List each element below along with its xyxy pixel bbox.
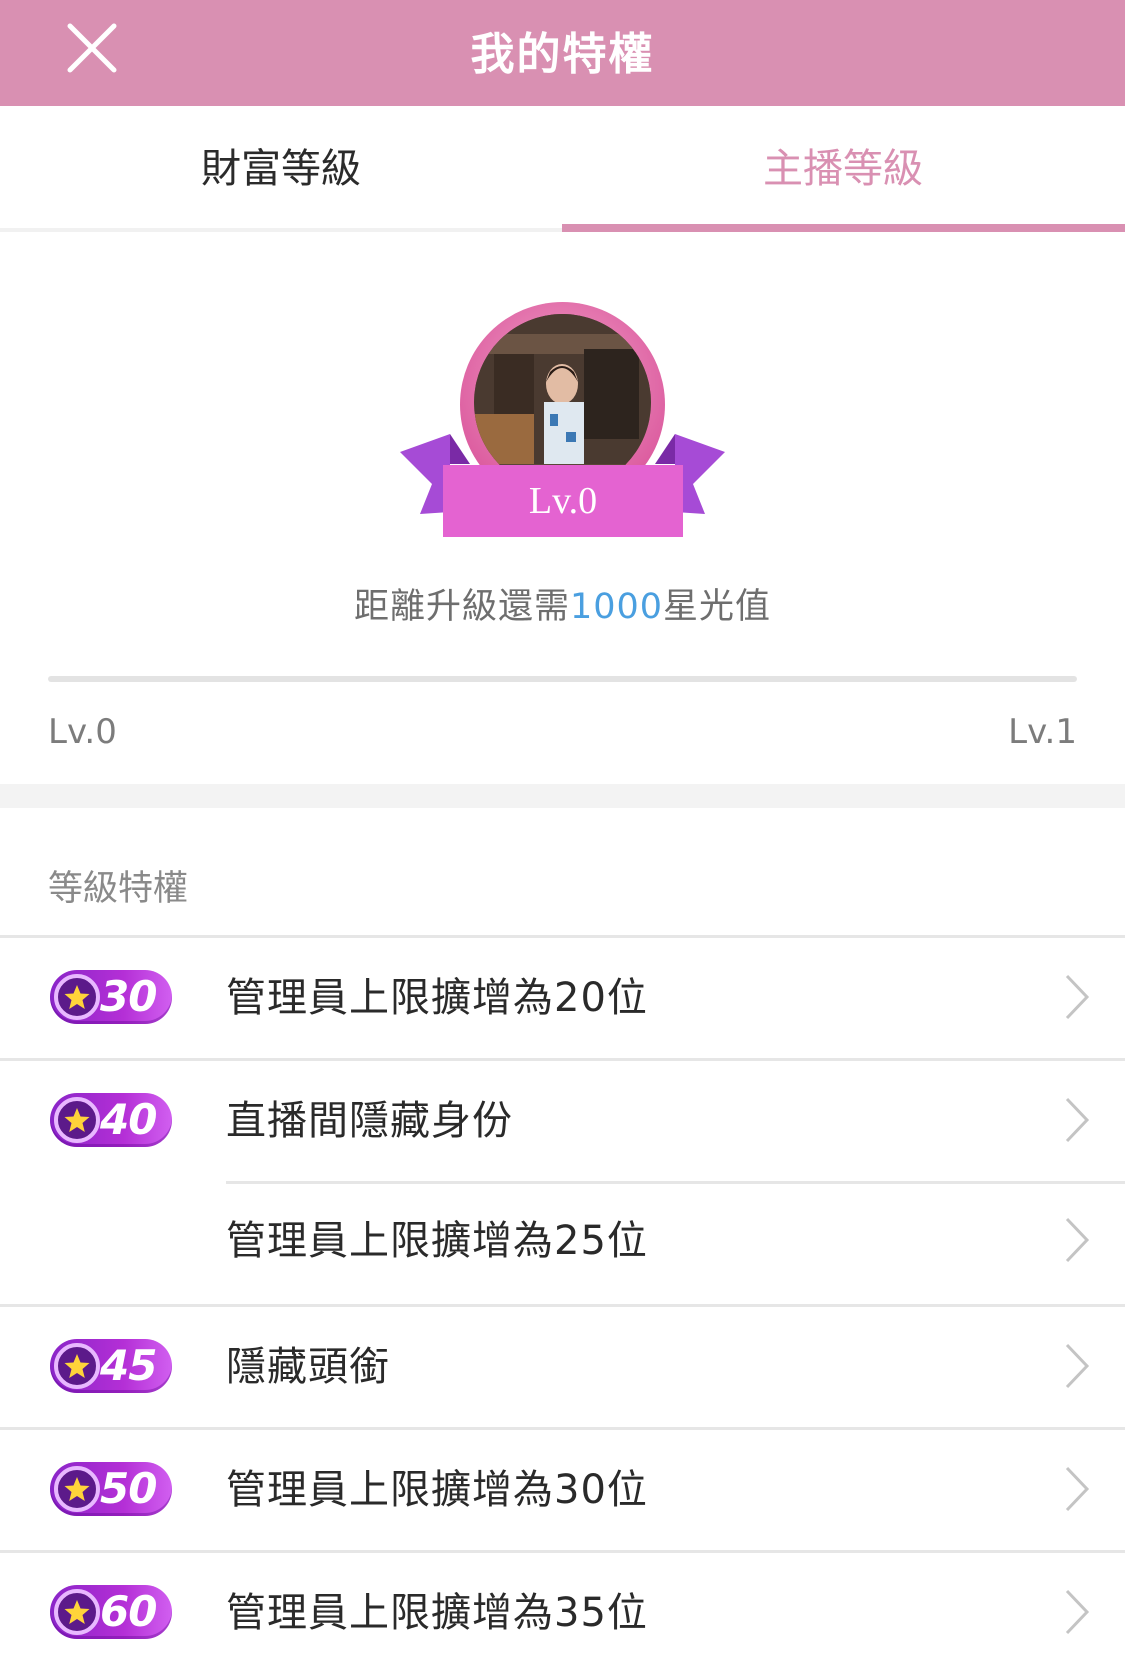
list-item[interactable]: 60 管理員上限擴增為35位 bbox=[0, 1550, 1125, 1663]
privilege-text: 管理員上限擴增為20位 bbox=[226, 975, 648, 1021]
star-icon bbox=[54, 1343, 100, 1389]
privilege-text: 管理員上限擴增為25位 bbox=[226, 1218, 648, 1264]
list-item[interactable]: 50 管理員上限擴增為30位 bbox=[0, 1427, 1125, 1550]
page-title: 我的特權 bbox=[470, 29, 655, 80]
level-badge-small: 60 bbox=[50, 1585, 172, 1639]
chevron-right-icon bbox=[1061, 972, 1093, 1022]
privileges-title: 等級特權 bbox=[48, 869, 189, 909]
level-number: 45 bbox=[100, 1341, 157, 1390]
list-item[interactable]: 40 直播間隱藏身份 bbox=[0, 1058, 1125, 1181]
progress-end-level: Lv.1 bbox=[1008, 712, 1077, 752]
chevron-right-icon bbox=[1061, 1464, 1093, 1514]
tab-wealth-level[interactable]: 財富等級 bbox=[0, 106, 562, 232]
upgrade-prefix: 距離升級還需 bbox=[353, 587, 570, 627]
upgrade-requirement: 距離升級還需1000星光值 bbox=[0, 578, 1125, 629]
tab-anchor-level[interactable]: 主播等級 bbox=[562, 106, 1124, 232]
star-icon bbox=[54, 1466, 100, 1512]
level-badge: Lv.0 bbox=[400, 302, 725, 544]
chevron-right-icon bbox=[1061, 1095, 1093, 1145]
list-item[interactable]: 管理員上限擴增為25位 bbox=[0, 1181, 1125, 1304]
level-badge-small: 30 bbox=[50, 970, 172, 1024]
privilege-text: 直播間隱藏身份 bbox=[226, 1098, 513, 1144]
level-number: 60 bbox=[100, 1587, 157, 1636]
section-divider bbox=[0, 784, 1125, 808]
level-tabs: 財富等級 主播等級 bbox=[0, 106, 1125, 232]
progress-start-level: Lv.0 bbox=[48, 712, 117, 752]
chevron-right-icon bbox=[1061, 1215, 1093, 1265]
upgrade-suffix: 星光值 bbox=[663, 587, 772, 627]
level-badge-small: 40 bbox=[50, 1093, 172, 1147]
level-progress-bar bbox=[48, 676, 1077, 682]
level-badge-small: 45 bbox=[50, 1339, 172, 1393]
upgrade-points: 1000 bbox=[569, 587, 664, 627]
list-item[interactable]: 30 管理員上限擴增為20位 bbox=[0, 935, 1125, 1058]
top-bar: 我的特權 bbox=[0, 0, 1125, 106]
level-number: 30 bbox=[100, 972, 157, 1021]
privilege-text: 管理員上限擴增為30位 bbox=[226, 1467, 648, 1513]
level-number: 40 bbox=[100, 1095, 157, 1144]
star-icon bbox=[54, 1097, 100, 1143]
level-number: 50 bbox=[100, 1464, 157, 1513]
active-tab-indicator bbox=[562, 224, 1125, 232]
privilege-text: 隱藏頭銜 bbox=[226, 1344, 390, 1390]
level-badge-small: 50 bbox=[50, 1462, 172, 1516]
chevron-right-icon bbox=[1061, 1587, 1093, 1637]
star-icon bbox=[54, 1589, 100, 1635]
current-level-label: Lv.0 bbox=[443, 465, 683, 537]
list-item[interactable]: 45 隱藏頭銜 bbox=[0, 1304, 1125, 1427]
star-icon bbox=[54, 974, 100, 1020]
chevron-right-icon bbox=[1061, 1341, 1093, 1391]
privilege-text: 管理員上限擴增為35位 bbox=[226, 1590, 648, 1636]
